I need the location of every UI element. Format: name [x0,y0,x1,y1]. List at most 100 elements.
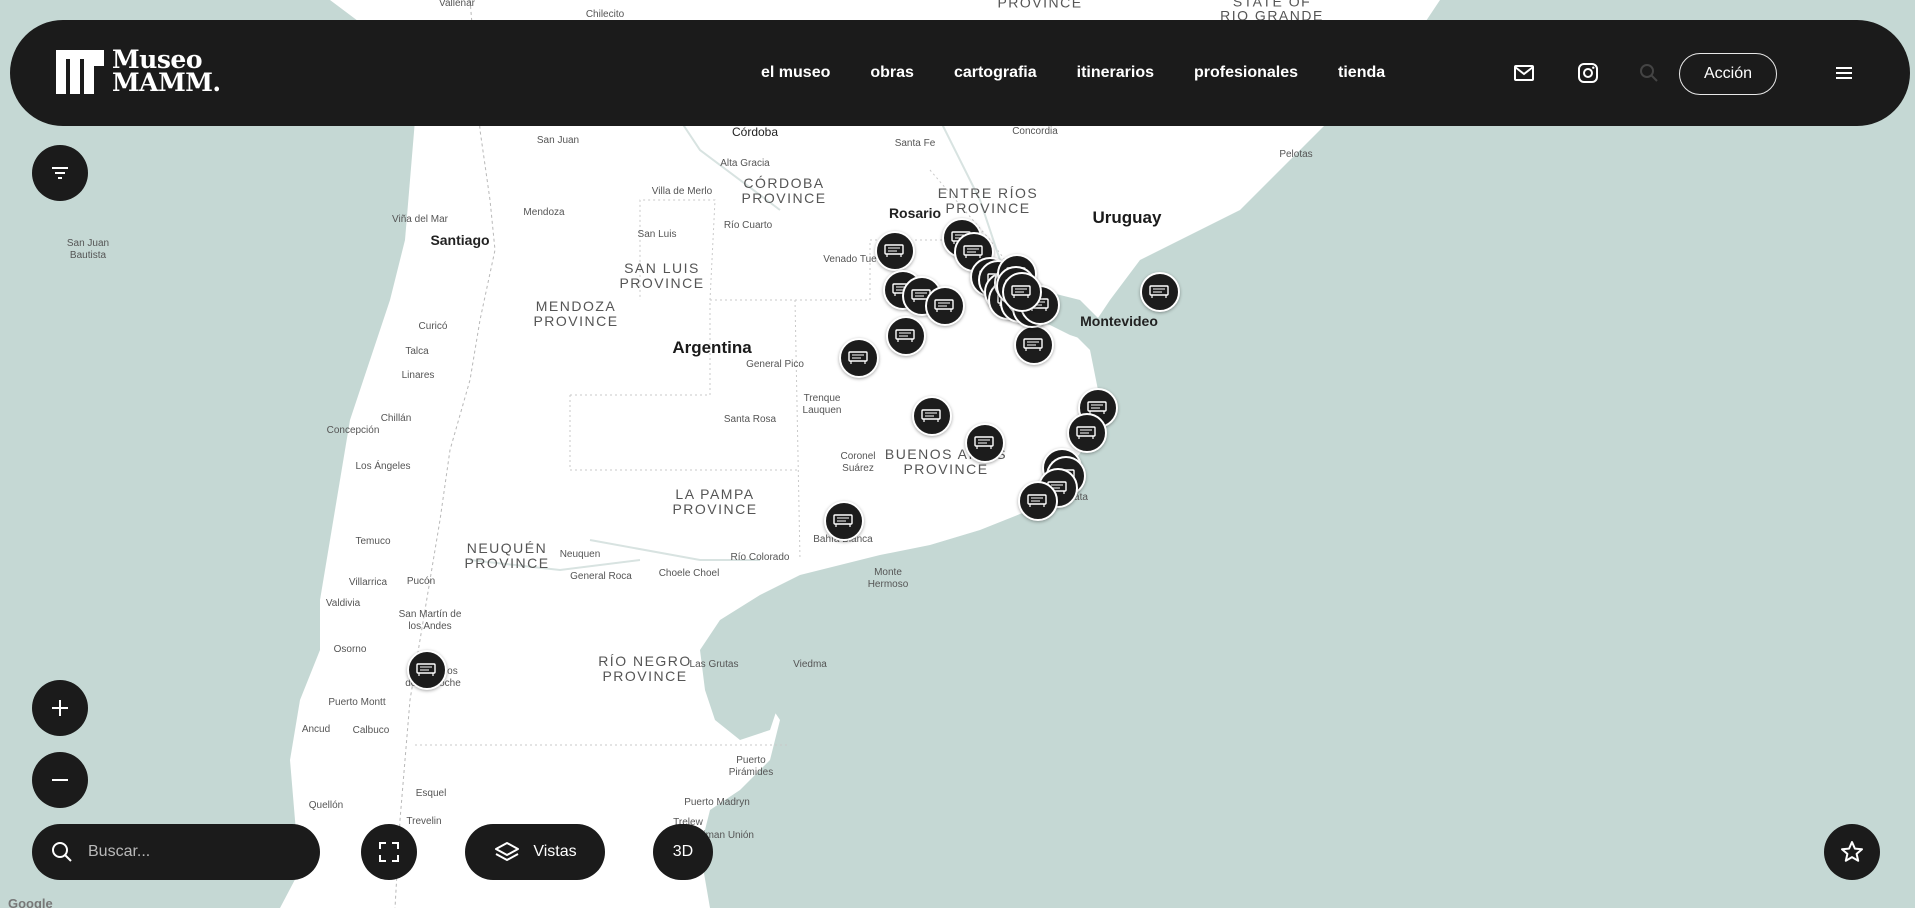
label-concepcion: Concepción [326,425,380,436]
fullscreen-icon [379,842,399,862]
map-marker[interactable] [965,423,1005,463]
label-cordoba: Córdoba [731,125,779,139]
logo-mark-icon [56,50,104,94]
map-marker[interactable] [824,501,864,541]
favorites-button[interactable] [1824,824,1880,880]
label-puerto-madryn: Puerto Madryn [684,797,750,808]
label-villa-de-merlo: Villa de Merlo [651,186,713,197]
label-venado-tuerto: Venado Tue [823,254,877,265]
label-villarrica: Villarrica [348,577,388,588]
label-quellon: Quellón [308,800,344,811]
artwork-icon [921,409,941,422]
nav-itinerarios[interactable]: itinerarios [1077,64,1154,82]
map-attribution: Google [8,896,53,908]
label-talca: Talca [405,346,429,357]
label-viedma: Viedma [793,659,827,670]
nav-el-museo[interactable]: el museo [761,64,830,82]
mail-icon[interactable] [1512,61,1536,85]
label-monte-hermoso: Monte Hermoso [867,567,909,590]
vistas-label: Vistas [533,843,577,860]
map-canvas[interactable]: Vallenar Chilecito PROVINCE STATE OF RIO… [0,0,1915,908]
artwork-icon [884,244,904,257]
label-neuquen-province: NEUQUÉN PROVINCE [464,540,550,571]
artwork-icon [1023,338,1043,351]
artwork-icon [974,436,994,449]
plus-icon [52,700,68,716]
map-marker[interactable] [1014,325,1054,365]
label-linares: Linares [401,370,435,381]
label-choele-choel: Choele Choel [658,568,720,579]
label-general-roca: General Roca [570,571,632,582]
label-vallenar: Vallenar [439,0,475,9]
label-ancud: Ancud [301,724,331,735]
label-los-angeles: Los Ángeles [355,461,411,472]
artwork-icon [1027,494,1047,507]
label-vina-del-mar: Viña del Mar [392,214,448,225]
accion-button[interactable]: Acción [1679,53,1777,95]
zoom-in-button[interactable] [32,680,88,736]
map-marker[interactable] [1140,272,1180,312]
minus-icon [52,779,68,781]
search-input[interactable] [86,842,290,862]
label-valdivia: Valdivia [325,598,361,609]
label-santa-fe: Santa Fe [894,138,936,149]
label-argentina: Argentina [672,338,752,357]
search-icon [52,842,72,862]
artwork-icon [895,329,915,342]
label-calbuco: Calbuco [352,725,390,736]
label-san-martin-de-los-andes: San Martín de los Andes [398,609,462,632]
instagram-icon[interactable] [1576,61,1600,85]
label-trevelin: Trevelin [406,816,442,827]
label-trenque-lauquen: Trenque Lauquen [802,393,842,416]
label-general-pico: General Pico [746,359,804,370]
logo[interactable]: Museo MAMM. [56,47,221,97]
filter-button[interactable] [32,145,88,201]
artwork-icon [1011,285,1031,298]
map-marker[interactable] [925,286,965,326]
nav-profesionales[interactable]: profesionales [1194,64,1298,82]
map-marker[interactable] [407,650,447,690]
vistas-button[interactable]: Vistas [465,824,605,880]
label-rio-cuarto: Río Cuarto [723,220,773,231]
label-uruguay: Uruguay [1092,208,1162,227]
label-mendoza: Mendoza [523,207,565,218]
map-marker[interactable] [839,338,879,378]
label-concordia: Concordia [1012,126,1058,137]
label-san-juan-bautista: San Juan Bautista [66,238,110,261]
map-marker[interactable] [1018,481,1058,521]
fullscreen-button[interactable] [361,824,417,880]
label-puerto-piramides: Puerto Pirámides [728,755,774,778]
map-marker[interactable] [875,231,915,271]
artwork-icon [934,299,954,312]
map-marker[interactable] [1002,272,1042,312]
label-curico: Curicó [418,321,448,332]
label-san-juan: San Juan [536,135,580,146]
zoom-out-button[interactable] [32,752,88,808]
label-montevideo: Montevideo [1080,313,1158,329]
nav-obras[interactable]: obras [870,64,914,82]
layers-icon [495,842,520,861]
3d-button[interactable]: 3D [653,824,713,880]
nav-cartografia[interactable]: cartografia [954,64,1037,82]
nav-tienda[interactable]: tienda [1338,64,1385,82]
site-header: Museo MAMM. el museo obras cartografia i… [10,20,1910,126]
map-marker[interactable] [1067,413,1107,453]
label-temuco: Temuco [355,536,391,547]
label-pucon: Pucón [406,576,436,587]
main-nav: el museo obras cartografia itinerarios p… [761,20,1385,126]
menu-icon[interactable] [1832,61,1856,85]
artwork-icon [848,351,868,364]
search-icon[interactable] [1637,61,1661,85]
artwork-icon [1076,426,1096,439]
map-marker[interactable] [886,316,926,356]
label-province-top: PROVINCE [997,0,1083,11]
label-esquel: Esquel [415,788,447,799]
map-marker[interactable] [912,396,952,436]
label-rio-colorado: Río Colorado [730,552,790,563]
logo-line2: MAMM. [112,68,221,97]
label-chillan: Chillán [380,413,412,424]
label-neuquen: Neuquen [559,549,601,560]
star-icon [1841,841,1863,862]
label-san-luis-province: SAN LUIS PROVINCE [619,260,705,291]
artwork-icon [833,514,853,527]
